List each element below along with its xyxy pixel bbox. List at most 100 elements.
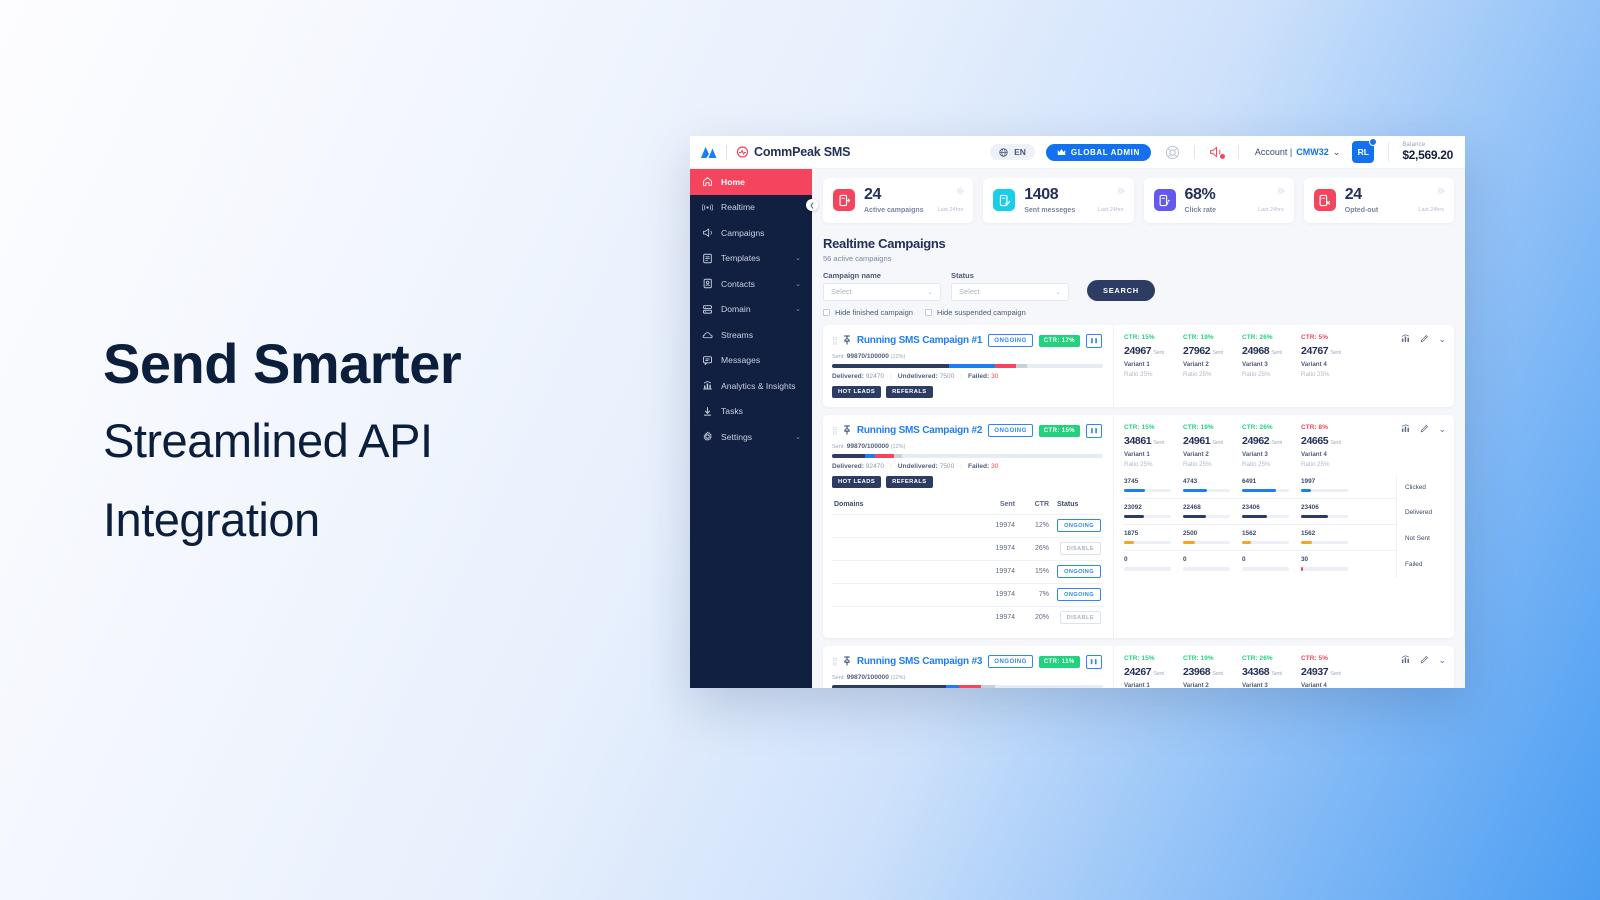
status-label: Status xyxy=(951,270,974,280)
sidebar-item-analytics-insights[interactable]: Analytics & Insights xyxy=(690,373,812,399)
chevron-down-icon: ⌄ xyxy=(1332,146,1341,157)
drag-handle-icon[interactable]: ⣿ xyxy=(832,657,838,666)
sidebar-item-settings[interactable]: Settings ⌄ xyxy=(690,424,812,450)
campaign-tag[interactable]: REFERALS xyxy=(886,385,933,398)
sidebar-item-messages[interactable]: Messages xyxy=(690,348,812,374)
pencil-icon[interactable] xyxy=(1420,424,1429,435)
sidebar-item-label: Home xyxy=(721,176,745,187)
metric-bar-track xyxy=(1124,488,1171,492)
campaign-name[interactable]: Running SMS Campaign #3 xyxy=(857,656,983,667)
sent-value: 99870/100000 xyxy=(846,442,889,450)
status-select[interactable]: Select ⌄ xyxy=(951,282,1069,301)
pin-icon[interactable] xyxy=(843,656,851,668)
metric-cell: 0 xyxy=(1183,556,1242,571)
chevron-down-icon: ⌄ xyxy=(927,288,933,296)
pencil-icon[interactable] xyxy=(1420,655,1429,666)
table-row[interactable]: 19974 20% DISABLE xyxy=(832,605,1103,629)
pause-campaign-button[interactable]: ❚❚ xyxy=(1086,423,1103,438)
gear-small-icon[interactable] xyxy=(1117,187,1125,197)
campaign-tag[interactable]: REFERALS xyxy=(886,475,933,488)
sidebar-item-contacts[interactable]: Contacts ⌄ xyxy=(690,271,812,297)
sidebar-collapse-button[interactable]: ❮ xyxy=(806,199,818,211)
chevron-down-icon[interactable]: ⌄ xyxy=(1438,334,1446,345)
campaign-summary: ⣿ Running SMS Campaign #1 ONGOING CTR: 1… xyxy=(823,325,1113,407)
variant-block: CTR: 26% 24968 Sent Variant 3 Ratio 25% xyxy=(1242,334,1301,378)
gear-small-icon[interactable] xyxy=(1437,187,1445,197)
campaign-header: ⣿ Running SMS Campaign #1 ONGOING CTR: 1… xyxy=(832,333,1103,348)
drag-handle-icon[interactable]: ⣿ xyxy=(832,426,838,435)
status-badge[interactable]: DISABLE xyxy=(1059,542,1101,556)
sidebar-item-domain[interactable]: Domain ⌄ xyxy=(690,297,812,323)
variant-sent-unit: Sent xyxy=(1330,439,1341,446)
status-badge[interactable]: ONGOING xyxy=(1057,588,1101,602)
active-campaign-count: 56 active campaigns xyxy=(823,253,892,263)
sidebar-item-campaigns[interactable]: Campaigns xyxy=(690,220,812,246)
metric-bar-track xyxy=(1242,514,1289,519)
status-badge[interactable]: DISABLE xyxy=(1059,611,1101,625)
pause-campaign-button[interactable]: ❚❚ xyxy=(1086,333,1103,348)
avatar[interactable]: RL xyxy=(1352,138,1378,163)
pin-icon[interactable] xyxy=(843,335,851,347)
kpi-card[interactable]: 68% Click rate Last 24hrs xyxy=(1143,178,1294,223)
gear-small-icon[interactable] xyxy=(956,187,964,197)
campaign-variants-panel: ⌄ CTR: 15% 34861 Sent Variant 1 Ratio 25%… xyxy=(1113,414,1454,638)
variant-ratio: Ratio 25% xyxy=(1124,370,1153,378)
chevron-down-icon[interactable]: ⌄ xyxy=(1438,655,1446,666)
table-row[interactable]: 19974 7% ONGOING xyxy=(832,582,1103,606)
campaign-name[interactable]: Running SMS Campaign #2 xyxy=(857,425,983,436)
sidebar-item-label: Contacts xyxy=(721,278,755,289)
chart-icon[interactable] xyxy=(1401,655,1411,666)
kpi-value: 24 xyxy=(1344,186,1362,203)
checkbox-box xyxy=(823,308,830,316)
campaign-tag[interactable]: HOT LEADS xyxy=(832,475,882,488)
sidebar-item-tasks[interactable]: Tasks xyxy=(690,399,812,425)
campaign-name-select[interactable]: Select ⌄ xyxy=(823,282,941,301)
pin-icon[interactable] xyxy=(843,425,851,437)
templates-icon xyxy=(702,253,713,264)
chevron-down-icon[interactable]: ⌄ xyxy=(1438,424,1446,435)
metric-cell: 4743 xyxy=(1183,478,1242,492)
language-selector[interactable]: EN xyxy=(990,144,1035,160)
pause-campaign-button[interactable]: ❚❚ xyxy=(1085,654,1102,669)
variant-sent-value: 24962 xyxy=(1242,434,1270,447)
campaign-tag[interactable]: HOT LEADS xyxy=(832,385,882,398)
campaign-name[interactable]: Running SMS Campaign #1 xyxy=(857,335,983,346)
sidebar-item-home[interactable]: Home xyxy=(690,169,812,195)
support-button[interactable] xyxy=(1165,145,1180,160)
kpi-card[interactable]: 24 Active campaigns Last 24hrs xyxy=(823,178,974,223)
domain-ctr: 15% xyxy=(1034,568,1049,576)
gear-small-icon[interactable] xyxy=(1277,187,1285,197)
variant-sent-count: 34368 Sent xyxy=(1242,666,1301,678)
hide-suspended-checkbox[interactable]: Hide suspended campaign xyxy=(924,308,1026,317)
table-row[interactable]: 19974 26% DISABLE xyxy=(832,536,1103,560)
column-header-ctr: CTR xyxy=(1034,500,1049,508)
status-badge[interactable]: ONGOING xyxy=(1057,519,1101,533)
pencil-icon[interactable] xyxy=(1420,334,1429,345)
chart-icon[interactable] xyxy=(1401,334,1411,345)
campaign-name-filter: Campaign name Select ⌄ xyxy=(823,271,941,301)
hide-finished-checkbox[interactable]: Hide finished campaign xyxy=(823,308,913,317)
domain-sent: 19974 xyxy=(995,591,1015,599)
metric-bar-track xyxy=(1183,514,1230,519)
global-admin-button[interactable]: GLOBAL ADMIN xyxy=(1045,143,1151,161)
status-badge: ONGOING xyxy=(988,334,1033,348)
lifebuoy-icon xyxy=(1165,145,1179,159)
variant-block: CTR: 15% 24967 Sent Variant 1 Ratio 25% xyxy=(1124,334,1183,378)
sidebar-item-realtime[interactable]: Realtime xyxy=(690,195,812,221)
metric-label: Clicked xyxy=(1405,483,1426,491)
sidebar-item-templates[interactable]: Templates ⌄ xyxy=(690,246,812,272)
kpi-value: 1408 xyxy=(1024,186,1059,203)
commpeak-logo-icon[interactable] xyxy=(700,146,717,159)
table-row[interactable]: 19974 15% ONGOING xyxy=(832,559,1103,583)
status-badge[interactable]: ONGOING xyxy=(1057,565,1101,579)
kpi-card[interactable]: 24 Opted-out Last 24hrs xyxy=(1303,178,1454,223)
analytics-icon xyxy=(702,380,713,391)
account-selector[interactable]: Account | CMW32 ⌄ xyxy=(1255,147,1340,158)
announcements-button[interactable] xyxy=(1209,145,1226,160)
chart-icon[interactable] xyxy=(1401,424,1411,435)
search-button[interactable]: SEARCH xyxy=(1087,279,1155,301)
sidebar-item-streams[interactable]: Streams xyxy=(690,322,812,348)
table-row[interactable]: 19974 12% ONGOING xyxy=(832,513,1103,537)
kpi-card[interactable]: 1408 Sent messeges Last 24hrs xyxy=(983,178,1134,223)
drag-handle-icon[interactable]: ⣿ xyxy=(832,336,838,345)
